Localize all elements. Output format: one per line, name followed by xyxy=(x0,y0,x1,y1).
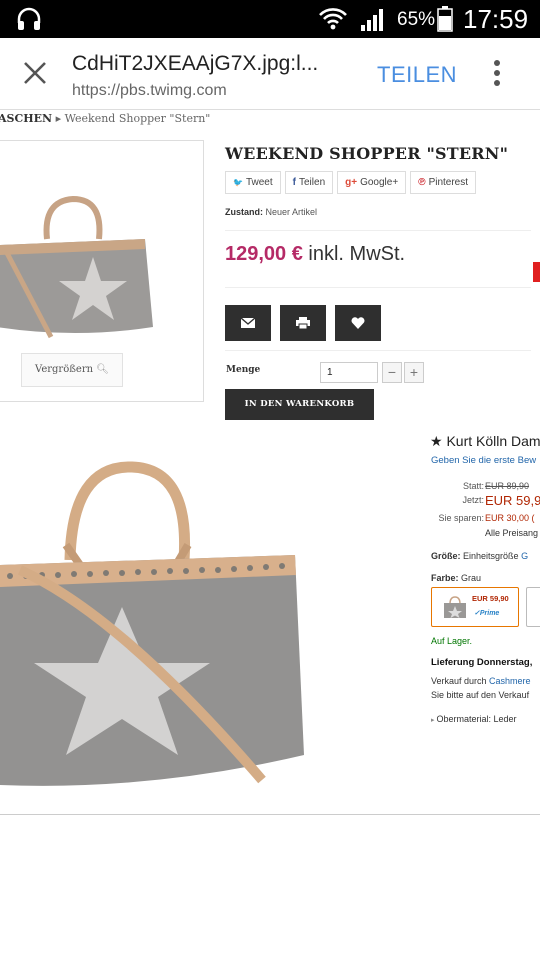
sparen-label: Sie sparen: xyxy=(438,513,484,523)
quantity-input[interactable]: 1 xyxy=(320,362,378,383)
jetzt-label: Jetzt: xyxy=(462,495,484,505)
close-icon[interactable] xyxy=(22,60,48,86)
delivery-info: Lieferung Donnerstag, xyxy=(431,657,533,668)
swatch-price: EUR 59,90 xyxy=(472,594,509,603)
status-bar: 65% 17:59 xyxy=(0,0,540,38)
clock: 17:59 xyxy=(463,4,529,34)
divider xyxy=(225,230,531,231)
twitter-icon: 🐦 xyxy=(233,178,243,187)
jetzt-value: EUR 59,9 xyxy=(485,493,540,508)
condition: Zustand: Neuer Artikel xyxy=(225,207,317,217)
seller-note: Sie bitte auf den Verkauf xyxy=(431,690,530,700)
tab-title: CdHiT2JXEAAjG7X.jpg:l... xyxy=(72,52,319,75)
product-actions xyxy=(225,305,381,341)
breadcrumb-current: Weekend Shopper "Stern" xyxy=(64,112,211,125)
facebook-label: Teilen xyxy=(299,177,326,188)
googleplus-icon: g+ xyxy=(345,177,358,188)
url-text[interactable]: https://pbs.twimg.com xyxy=(72,82,227,100)
wifi-icon xyxy=(319,8,347,30)
size-row: Größe: Einheitsgröße G xyxy=(431,551,528,561)
prime-badge: ✓Prime xyxy=(474,610,500,617)
email-button[interactable] xyxy=(225,305,271,341)
facebook-share-button[interactable]: f Teilen xyxy=(284,171,334,194)
googleplus-button[interactable]: g+ Google+ xyxy=(337,171,407,194)
product-thumbnail-image[interactable] xyxy=(0,187,175,347)
pinterest-button[interactable]: ℗ Pinterest xyxy=(410,171,477,194)
color-label: Farbe: xyxy=(431,573,459,583)
size-label: Größe: xyxy=(431,551,461,561)
zoom-button[interactable]: Vergrößern 🔍︎ xyxy=(21,353,123,387)
red-edge-marker xyxy=(533,262,540,282)
pinterest-icon: ℗ xyxy=(418,177,426,188)
breadcrumb-separator: ▸ xyxy=(55,112,62,125)
sold-by: Verkauf durch Cashmere xyxy=(431,676,531,686)
browser-toolbar: CdHiT2JXEAAjG7X.jpg:l... https://pbs.twi… xyxy=(0,38,540,110)
product-thumbnail-box: Vergrößern 🔍︎ xyxy=(0,140,204,402)
social-share-buttons: 🐦 Tweet f Teilen g+ Google+ ℗ Pinterest xyxy=(225,171,477,194)
print-button[interactable] xyxy=(280,305,326,341)
breadcrumb: ASCHEN ▸ Weekend Shopper "Stern" xyxy=(0,112,210,125)
statt-label: Statt: xyxy=(462,481,484,491)
add-to-cart-button[interactable]: IN DEN WARENKORB xyxy=(225,389,374,420)
quantity-increase-button[interactable]: + xyxy=(404,362,424,383)
size-value: Einheitsgröße xyxy=(463,551,519,561)
more-menu-icon[interactable] xyxy=(492,60,502,88)
color-swatch-other[interactable] xyxy=(526,587,540,627)
zoom-label: Vergrößern xyxy=(35,364,94,375)
print-icon xyxy=(296,317,310,329)
quantity-label: Menge xyxy=(226,365,261,375)
color-row: Farbe: Grau xyxy=(431,573,481,583)
size-chart-link[interactable]: G xyxy=(521,551,528,561)
heart-icon xyxy=(351,317,365,329)
pinterest-label: Pinterest xyxy=(428,177,469,188)
envelope-icon xyxy=(241,318,255,328)
battery-percent: 65% xyxy=(397,9,436,30)
feature-bullet: ▸ Obermaterial: Leder xyxy=(431,714,517,724)
sparen-value: EUR 30,00 ( xyxy=(485,513,535,523)
signal-icon xyxy=(361,9,383,31)
price: 129,00 € inkl. MwSt. xyxy=(225,243,405,266)
condition-value: Neuer Artikel xyxy=(265,207,318,217)
brand-name[interactable]: ★ Kurt Kölln Dam xyxy=(430,433,540,450)
share-button[interactable]: TEILEN xyxy=(377,62,457,88)
price-amount: 129,00 € xyxy=(225,243,303,265)
sold-by-prefix: Verkauf durch xyxy=(431,676,490,686)
googleplus-label: Google+ xyxy=(360,177,399,188)
magnifier-icon: 🔍︎ xyxy=(96,364,109,375)
color-value: Grau xyxy=(461,573,482,583)
feature-text: Obermaterial: Leder xyxy=(436,714,517,724)
price-note: Alle Preisang xyxy=(485,528,539,538)
screenshot-content: ASCHEN ▸ Weekend Shopper "Stern" Vergröß… xyxy=(0,110,540,815)
headphones-icon xyxy=(17,7,41,30)
amazon-listing-panel: ★ Kurt Kölln Dam Geben Sie die erste Bew… xyxy=(430,433,540,724)
rating-link[interactable]: Geben Sie die erste Bew xyxy=(431,455,536,466)
wishlist-button[interactable] xyxy=(335,305,381,341)
color-swatch-selected[interactable]: EUR 59,90 ✓Prime xyxy=(431,587,519,627)
quantity-decrease-button[interactable]: − xyxy=(382,362,402,383)
divider xyxy=(225,350,531,351)
tweet-label: Tweet xyxy=(245,177,273,188)
facebook-icon: f xyxy=(292,177,296,188)
tweet-button[interactable]: 🐦 Tweet xyxy=(225,171,281,194)
seller-link[interactable]: Cashmere xyxy=(489,676,531,686)
statt-value: EUR 89,90 xyxy=(485,481,530,491)
price-suffix: inkl. MwSt. xyxy=(302,243,406,265)
breadcrumb-parent[interactable]: ASCHEN xyxy=(0,112,52,125)
swatch-bag-thumbnail xyxy=(444,596,466,618)
condition-label: Zustand: xyxy=(225,207,263,217)
product-title: WEEKEND SHOPPER "STERN" xyxy=(225,144,509,163)
product-large-image xyxy=(0,461,304,786)
stock-status: Auf Lager. xyxy=(431,636,473,646)
battery-icon xyxy=(437,6,453,32)
divider xyxy=(225,287,531,288)
